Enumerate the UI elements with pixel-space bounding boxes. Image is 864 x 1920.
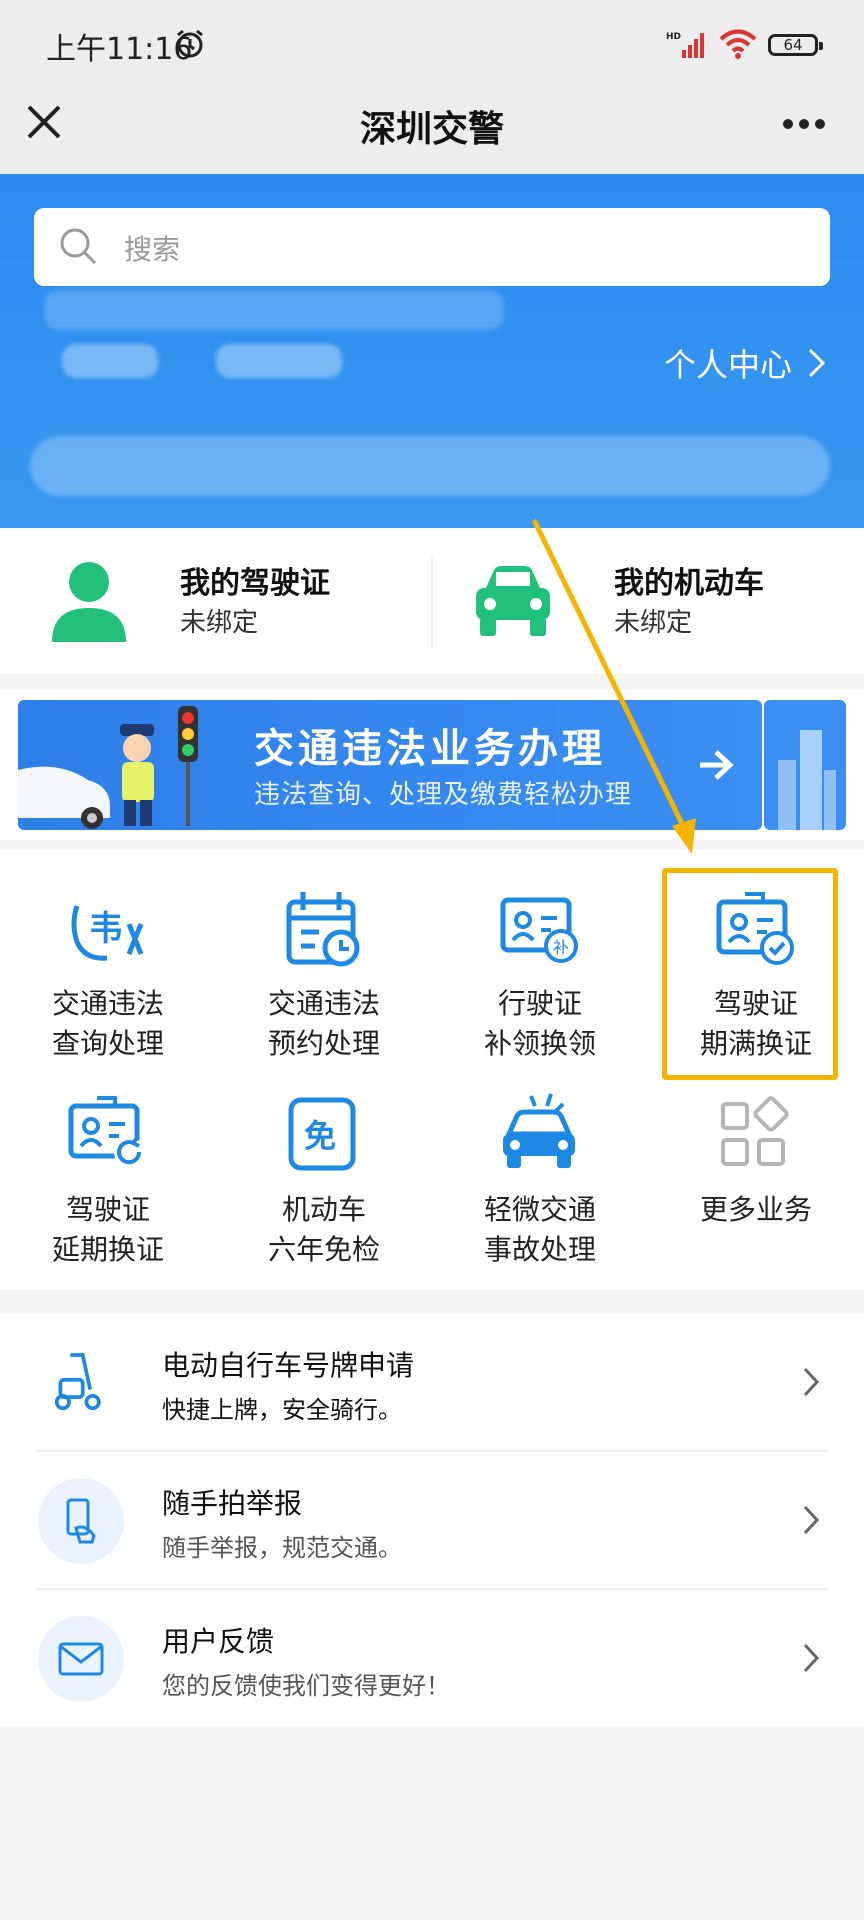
service-vehicle-licence-reissue[interactable]: 补 行驶证 补领换领 — [432, 884, 648, 1064]
battery-indicator: 64 — [768, 34, 823, 56]
calendar-icon — [286, 892, 360, 967]
chevron-right-icon — [808, 348, 826, 378]
list-icon-wrap — [38, 1616, 124, 1702]
service-label-line2: 延期换证 — [51, 1233, 164, 1266]
list-item-title: 随手拍举报 — [162, 1487, 303, 1520]
traffic-violation-banner[interactable]: 交通违法业务办理 违法查询、处理及缴费轻松办理 — [18, 700, 762, 830]
service-label-line1: 交通违法 — [51, 987, 164, 1020]
my-vehicle-card[interactable]: 我的机动车 未绑定 — [0, 528, 864, 674]
car-accident-icon — [503, 1093, 575, 1168]
service-more[interactable]: 更多业务 — [648, 1090, 864, 1230]
my-vehicle-status: 未绑定 — [614, 608, 693, 638]
list-icon-wrap — [38, 1340, 124, 1426]
svg-text:韦: 韦 — [89, 909, 123, 949]
svg-text:HD: HD — [666, 32, 681, 42]
service-label-line1: 更多业务 — [699, 1193, 812, 1226]
service-label-line1: 交通违法 — [267, 987, 380, 1020]
service-label-line2: 查询处理 — [51, 1027, 164, 1060]
service-label-line2: 预约处理 — [267, 1027, 380, 1060]
search-input[interactable]: 搜索 — [34, 208, 830, 286]
navigation-bar: 深圳交警 — [0, 92, 864, 174]
wifi-icon — [719, 29, 757, 59]
scooter-icon — [54, 1353, 101, 1411]
banner-title: 交通违法业务办理 — [254, 726, 606, 772]
binding-cards: 我的驾驶证 未绑定 我的机动车 未绑定 — [0, 528, 864, 674]
id-card-refresh-icon — [68, 1096, 144, 1167]
grid-more-icon — [721, 1096, 789, 1166]
blurred-user-info — [44, 290, 504, 330]
blurred-notice-bar — [30, 436, 830, 496]
services-grid: 韦 交通违法 查询处理 交通违法 预约处理 补 行驶证 补领换领 驾驶证 期满换… — [0, 850, 864, 1290]
service-driving-licence-extension[interactable]: 驾驶证 延期换证 — [0, 1090, 216, 1270]
personal-center-label: 个人中心 — [663, 346, 792, 384]
highlight-box — [662, 868, 838, 1080]
car-icon — [476, 566, 550, 636]
service-label-line2: 事故处理 — [483, 1233, 596, 1266]
list-item-photo-report[interactable]: 随手拍举报 随手举报，规范交通。 — [0, 1452, 864, 1590]
promo-banner-area: 交通违法业务办理 违法查询、处理及缴费轻松办理 — [0, 690, 864, 840]
chevron-right-icon — [803, 1505, 820, 1535]
id-card-plus-icon: 补 — [500, 897, 578, 963]
mail-icon — [58, 1642, 104, 1676]
header-banner: 搜索 个人中心 — [0, 174, 864, 528]
chevron-right-icon — [803, 1367, 820, 1397]
buildings-icon — [778, 730, 836, 830]
status-time: 上午11:16 — [46, 32, 193, 67]
service-label-line2: 补领换领 — [483, 1027, 596, 1060]
more-icon[interactable] — [782, 118, 826, 130]
police-illustration-icon — [120, 724, 154, 826]
service-minor-accident[interactable]: 轻微交通 事故处理 — [432, 1090, 648, 1270]
arrow-right-icon — [700, 750, 734, 780]
violation-icon: 韦 — [71, 905, 144, 961]
list-item-title: 用户反馈 — [162, 1625, 275, 1658]
list-item-subtitle: 您的反馈使我们变得更好！ — [162, 1672, 450, 1700]
list-icon-wrap — [38, 1478, 124, 1564]
list-item-ebike-plate[interactable]: 电动自行车号牌申请 快捷上牌，安全骑行。 — [0, 1314, 864, 1452]
service-label-line1: 轻微交通 — [483, 1193, 596, 1226]
service-violation-appointment[interactable]: 交通违法 预约处理 — [216, 884, 432, 1064]
traffic-light-icon — [178, 706, 198, 826]
service-label-line2: 六年免检 — [267, 1233, 380, 1266]
svg-text:免: 免 — [304, 1117, 336, 1155]
list-item-subtitle: 随手举报，规范交通。 — [162, 1534, 402, 1562]
search-placeholder: 搜索 — [124, 233, 181, 266]
service-violation-query[interactable]: 韦 交通违法 查询处理 — [0, 884, 216, 1064]
list-item-subtitle: 快捷上牌，安全骑行。 — [162, 1396, 402, 1424]
chevron-right-icon — [803, 1643, 820, 1673]
phone-report-icon — [66, 1498, 96, 1544]
signal-icon: HD — [666, 32, 704, 58]
list-item-feedback[interactable]: 用户反馈 您的反馈使我们变得更好！ — [0, 1590, 864, 1728]
alarm-icon — [177, 29, 203, 58]
svg-text:补: 补 — [553, 938, 569, 957]
service-label-line1: 驾驶证 — [65, 1193, 150, 1226]
exempt-icon: 免 — [288, 1097, 356, 1171]
service-vehicle-inspection-exempt[interactable]: 免 机动车 六年免检 — [216, 1090, 432, 1270]
next-banner-peek[interactable] — [764, 700, 846, 830]
banner-subtitle: 违法查询、处理及缴费轻松办理 — [254, 780, 633, 810]
list-item-title: 电动自行车号牌申请 — [162, 1349, 415, 1382]
blurred-user-name — [62, 344, 158, 378]
service-label-line1: 机动车 — [281, 1193, 366, 1226]
search-icon — [60, 228, 97, 265]
service-label-line1: 行驶证 — [497, 987, 582, 1020]
page-title: 深圳交警 — [359, 109, 504, 150]
my-vehicle-title: 我的机动车 — [614, 566, 764, 601]
status-bar: 上午11:16 HD 64 — [0, 0, 864, 92]
personal-center-link[interactable]: 个人中心 — [664, 340, 828, 386]
feature-list: 电动自行车号牌申请 快捷上牌，安全骑行。 随手拍举报 随手举报，规范交通。 用户… — [0, 1314, 864, 1726]
blurred-user-id — [216, 344, 342, 378]
